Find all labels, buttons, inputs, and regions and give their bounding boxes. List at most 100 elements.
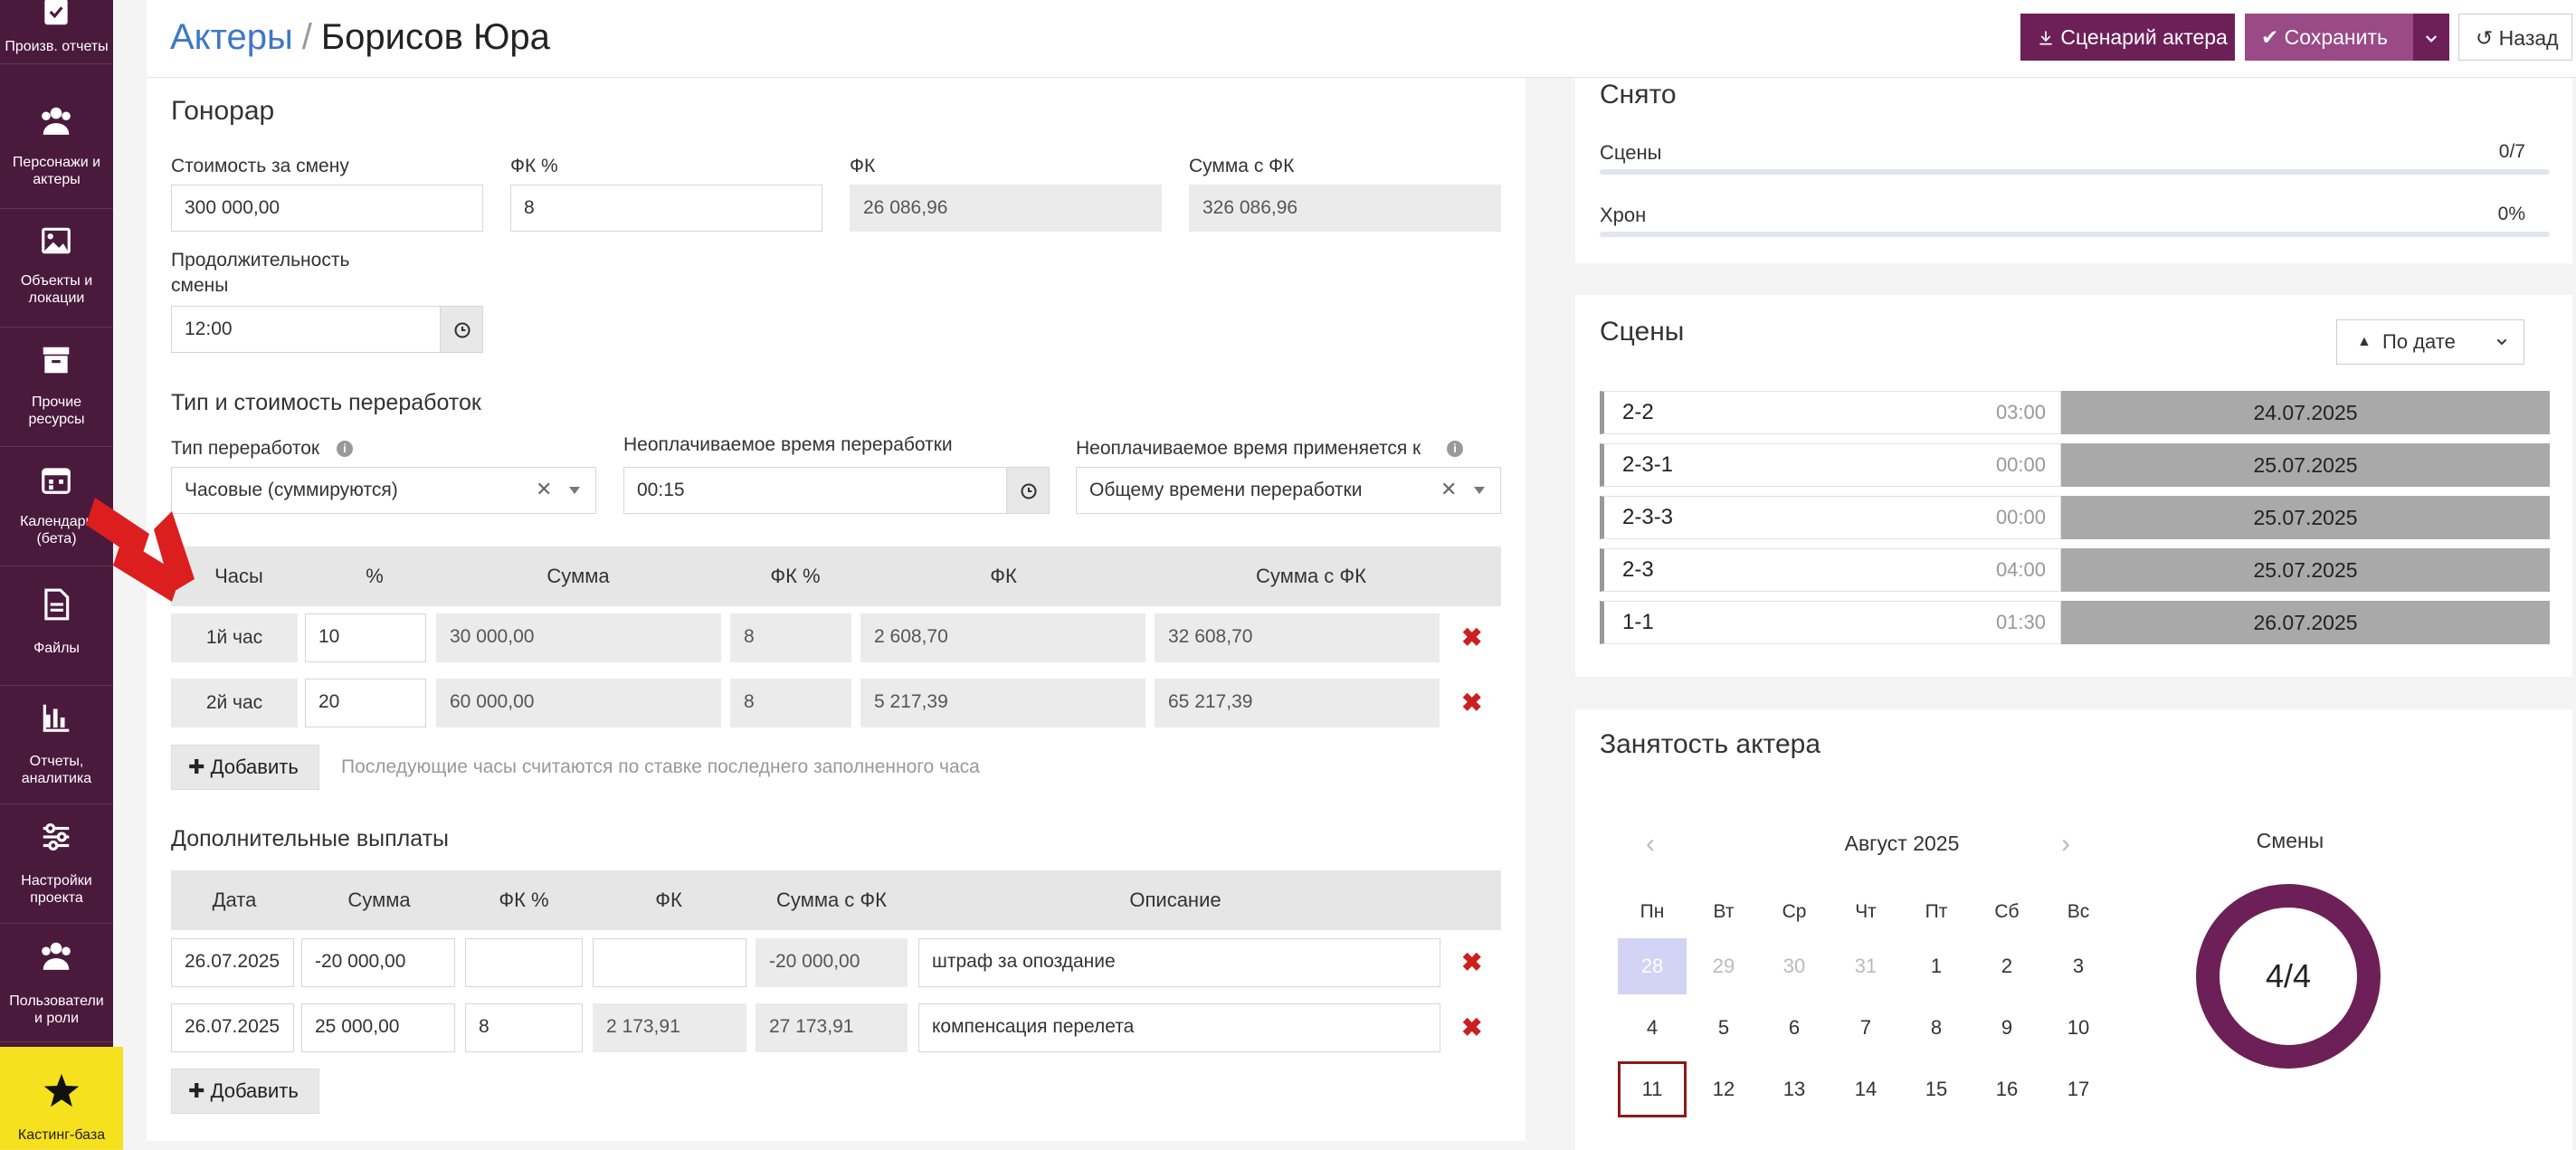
sum-input[interactable]: -20 000,00 bbox=[301, 938, 455, 987]
scene-row[interactable]: 2-3-1 00:00 25.07.2025 bbox=[1600, 443, 2550, 487]
scene-row[interactable]: 2-3 04:00 25.07.2025 bbox=[1600, 548, 2550, 592]
delete-row-icon[interactable]: ✖ bbox=[1461, 624, 1482, 651]
calendar-day[interactable]: 6 bbox=[1760, 1000, 1829, 1056]
add-payment-button[interactable]: ✚ Добавить bbox=[171, 1069, 319, 1114]
delete-row-icon[interactable]: ✖ bbox=[1461, 1014, 1482, 1041]
delete-row-icon[interactable]: ✖ bbox=[1461, 689, 1482, 717]
fk-pct-input[interactable]: 8 bbox=[510, 185, 822, 232]
sidebar-item-settings[interactable]: Настройки проекта bbox=[0, 805, 113, 924]
sidebar-item-casting[interactable]: Кастинг-база bbox=[0, 1047, 123, 1150]
scene-cell: 2-3-3 00:00 bbox=[1600, 496, 2061, 539]
plus-icon: ✚ bbox=[188, 756, 205, 778]
scene-row[interactable]: 2-2 03:00 24.07.2025 bbox=[1600, 391, 2550, 434]
sum-fk-value: 326 086,96 bbox=[1189, 185, 1501, 232]
calendar-day[interactable]: 9 bbox=[1972, 1000, 2041, 1056]
info-icon[interactable]: i bbox=[337, 441, 353, 457]
unpaid-time-input[interactable]: 00:15 bbox=[623, 467, 1007, 514]
busy-panel: Занятость актера ‹ Август 2025 › Пн Вт С… bbox=[1575, 709, 2572, 1150]
calendar-day[interactable]: 13 bbox=[1760, 1061, 1829, 1117]
calendar-day[interactable]: 7 bbox=[1831, 1000, 1900, 1056]
calendar-day-today[interactable]: 11 bbox=[1618, 1061, 1687, 1117]
fk-pct-input[interactable] bbox=[465, 938, 583, 987]
calendar-icon bbox=[42, 468, 71, 494]
fk-pct-label: ФК % bbox=[510, 156, 558, 176]
calendar-day[interactable]: 31 bbox=[1831, 938, 1900, 994]
overtime-type-label: Тип переработок bbox=[171, 438, 320, 459]
sum-fk-value: 32 608,70 bbox=[1155, 613, 1440, 662]
overtime-type-select[interactable]: Часовые (суммируются) bbox=[171, 467, 596, 514]
calendar-day[interactable]: 15 bbox=[1902, 1061, 1971, 1117]
save-button[interactable]: ✔ Сохранить bbox=[2245, 14, 2413, 61]
clear-icon[interactable]: ✕ bbox=[1440, 478, 1457, 501]
extra-table-header: Дата Сумма ФК % ФК Сумма с ФК Описание bbox=[171, 870, 1501, 930]
sum-input[interactable]: 25 000,00 bbox=[301, 1003, 455, 1052]
calendar-day[interactable]: 1 bbox=[1902, 938, 1971, 994]
chevron-down-icon[interactable] bbox=[569, 487, 580, 494]
sidebar-item-users[interactable]: Пользователи и роли bbox=[0, 924, 113, 1042]
hour-label: 1й час bbox=[171, 613, 298, 662]
description-input[interactable]: компенсация перелета bbox=[918, 1003, 1440, 1052]
sort-dropdown[interactable]: ▲ По дате bbox=[2336, 319, 2524, 365]
fk-pct-input[interactable]: 8 bbox=[465, 1003, 583, 1052]
scene-duration: 00:00 bbox=[1995, 453, 2046, 476]
info-icon[interactable]: i bbox=[1447, 441, 1463, 457]
applies-select[interactable]: Общему времени переработки bbox=[1076, 467, 1501, 514]
pct-input[interactable]: 10 bbox=[305, 613, 426, 662]
pct-input[interactable]: 20 bbox=[305, 679, 426, 727]
clear-icon[interactable]: ✕ bbox=[536, 478, 552, 501]
calendar-day[interactable]: 17 bbox=[2044, 1061, 2113, 1117]
calendar-day[interactable]: 28 bbox=[1618, 938, 1687, 994]
column-header: Сумма с ФК bbox=[776, 889, 887, 911]
chevron-down-icon[interactable] bbox=[1474, 487, 1485, 494]
calendar-day[interactable]: 30 bbox=[1760, 938, 1829, 994]
sidebar-item-reports[interactable]: Произв. отчеты bbox=[0, 0, 113, 64]
calendar-day[interactable]: 2 bbox=[1972, 938, 2041, 994]
calendar-day[interactable]: 12 bbox=[1689, 1061, 1758, 1117]
fk-value: 5 217,39 bbox=[860, 679, 1145, 727]
sum-fk-value: 65 217,39 bbox=[1155, 679, 1440, 727]
scene-name: 1-1 bbox=[1622, 610, 1654, 634]
calendar-day[interactable]: 29 bbox=[1689, 938, 1758, 994]
calendar-day[interactable]: 16 bbox=[1972, 1061, 2041, 1117]
calendar-day[interactable]: 4 bbox=[1618, 1000, 1687, 1056]
scene-row[interactable]: 1-1 01:30 26.07.2025 bbox=[1600, 601, 2550, 644]
sidebar-item-resources[interactable]: Прочие ресурсы bbox=[0, 328, 113, 447]
calendar-day[interactable]: 10 bbox=[2044, 1000, 2113, 1056]
sidebar-item-characters[interactable]: Персонажи и актеры bbox=[0, 90, 113, 209]
scene-row[interactable]: 2-3-3 00:00 25.07.2025 bbox=[1600, 496, 2550, 539]
shift-cost-input[interactable]: 300 000,00 bbox=[171, 185, 483, 232]
shifts-title: Смены bbox=[2256, 829, 2324, 852]
scene-cell: 1-1 01:30 bbox=[1600, 601, 2061, 644]
duration-clock-addon[interactable] bbox=[440, 306, 483, 353]
chron-progress-bar bbox=[1600, 232, 2550, 237]
column-header: Дата bbox=[212, 889, 257, 911]
fk-input[interactable] bbox=[593, 938, 746, 987]
description-input[interactable]: штраф за опоздание bbox=[918, 938, 1440, 987]
next-month-icon[interactable]: › bbox=[2061, 829, 2070, 860]
date-input[interactable]: 26.07.2025 bbox=[171, 938, 294, 987]
unpaid-time-label: Неоплачиваемое время переработки bbox=[623, 434, 953, 455]
sidebar-item-locations[interactable]: Объекты и локации bbox=[0, 209, 113, 328]
back-button[interactable]: ↺ Назад bbox=[2458, 14, 2572, 61]
sidebar-item-analytics[interactable]: Отчеты, аналитика bbox=[0, 686, 113, 804]
calendar-day[interactable]: 3 bbox=[2044, 938, 2113, 994]
save-dropdown-toggle[interactable] bbox=[2413, 14, 2449, 61]
unpaid-clock-addon[interactable] bbox=[1006, 467, 1050, 514]
prev-month-icon[interactable]: ‹ bbox=[1646, 829, 1655, 860]
delete-row-icon[interactable]: ✖ bbox=[1461, 949, 1482, 976]
fee-title: Гонорар bbox=[171, 96, 275, 126]
calendar-day[interactable]: 14 bbox=[1831, 1061, 1900, 1117]
scene-cell: 2-3 04:00 bbox=[1600, 548, 2061, 592]
breadcrumb-link-actors[interactable]: Актеры bbox=[170, 17, 293, 57]
file-icon bbox=[44, 588, 70, 621]
users-icon bbox=[42, 107, 71, 135]
calendar-day[interactable]: 5 bbox=[1689, 1000, 1758, 1056]
add-hour-button[interactable]: ✚ Добавить bbox=[171, 745, 319, 790]
duration-input[interactable]: 12:00 bbox=[171, 306, 441, 353]
calendar-day[interactable]: 8 bbox=[1902, 1000, 1971, 1056]
actor-script-button[interactable]: Сценарий актера bbox=[2020, 14, 2235, 61]
applies-label: Неоплачиваемое время применяется к bbox=[1076, 438, 1421, 459]
scene-name: 2-3 bbox=[1622, 557, 1654, 582]
fk-pct-value: 8 bbox=[730, 613, 851, 662]
date-input[interactable]: 26.07.2025 bbox=[171, 1003, 294, 1052]
